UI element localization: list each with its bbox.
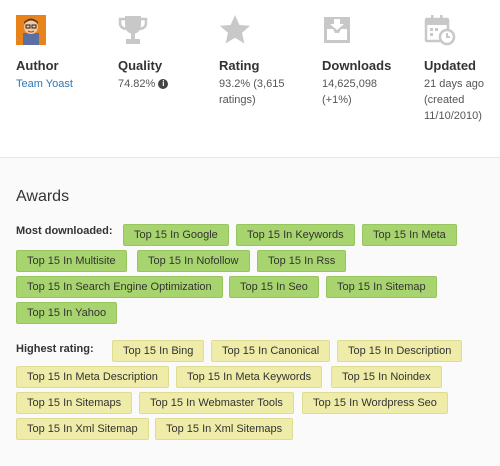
calendar-clock-icon [424,15,456,46]
quality-value: 74.82% i [118,76,228,92]
rating-value-line2: ratings) [219,94,256,106]
star-icon [220,15,250,44]
award-tag[interactable]: Top 15 In Seo [229,276,319,298]
downloads-label: Downloads [322,58,392,73]
highest-rating-label: Highest rating: [16,343,94,355]
award-tag[interactable]: Top 15 In Keywords [236,224,355,246]
award-tag[interactable]: Top 15 In Meta [362,224,457,246]
updated-stat: Updated 21 days ago (created 11/10/2010) [424,12,500,124]
award-tag[interactable]: Top 15 In Canonical [211,340,331,362]
trophy-icon [118,16,148,44]
award-tag[interactable]: Top 15 In Webmaster Tools [139,392,294,414]
download-icon [324,17,350,43]
award-tag[interactable]: Top 15 In Xml Sitemap [16,418,149,440]
award-tag[interactable]: Top 15 In Wordpress Seo [302,392,448,414]
downloads-change: (+1%) [322,94,352,106]
updated-label: Updated [424,58,476,73]
created-label: (created [424,94,465,106]
award-tag[interactable]: Top 15 In Search Engine Optimization [16,276,223,298]
author-value: Team Yoast [16,76,126,92]
award-tag[interactable]: Top 15 In Noindex [331,366,442,388]
award-tag[interactable]: Top 15 In Xml Sitemaps [155,418,294,440]
award-tag[interactable]: Top 15 In Yahoo [16,302,118,324]
award-tag[interactable]: Top 15 In Meta Description [16,366,169,388]
avatar-icon [16,15,46,45]
author-link[interactable]: Team Yoast [16,78,73,90]
updated-ago: 21 days ago [424,78,484,90]
downloads-value: 14,625,098 (+1%) [322,76,432,108]
rating-stat: Rating 93.2% (3,615 ratings) [219,12,329,108]
award-tag[interactable]: Top 15 In Google [123,224,229,246]
quality-stat: Quality 74.82% i [118,12,228,92]
most-downloaded-label: Most downloaded: [16,225,113,237]
quality-percent: 74.82% [118,78,156,90]
downloads-stat: Downloads 14,625,098 (+1%) [322,12,432,108]
author-label: Author [16,58,59,73]
created-date: 11/10/2010) [424,110,482,122]
author-stat: Author Team Yoast [16,12,126,92]
award-tag[interactable]: Top 15 In Meta Keywords [176,366,323,388]
award-tag[interactable]: Top 15 In Nofollow [137,250,250,272]
award-tag[interactable]: Top 15 In Rss [257,250,347,272]
quality-label: Quality [118,58,163,73]
downloads-count: 14,625,098 [322,78,378,90]
award-tag[interactable]: Top 15 In Bing [112,340,205,362]
rating-value-line1: 93.2% (3,615 [219,78,285,90]
author-avatar [16,12,126,48]
award-tag[interactable]: Top 15 In Description [337,340,463,362]
awards-title: Awards [16,188,70,205]
updated-value: 21 days ago (created 11/10/2010) [424,76,500,124]
award-tag[interactable]: Top 15 In Sitemaps [16,392,133,414]
award-tag[interactable]: Top 15 In Multisite [16,250,127,272]
rating-label: Rating [219,58,260,73]
awards-section: Awards Most downloaded: Top 15 In Google… [0,158,500,466]
info-icon[interactable]: i [158,79,169,89]
rating-value: 93.2% (3,615 ratings) [219,76,329,108]
award-tag[interactable]: Top 15 In Sitemap [326,276,437,298]
plugin-stats: Author Team Yoast Quality 74.82% i Ratin… [0,0,500,157]
